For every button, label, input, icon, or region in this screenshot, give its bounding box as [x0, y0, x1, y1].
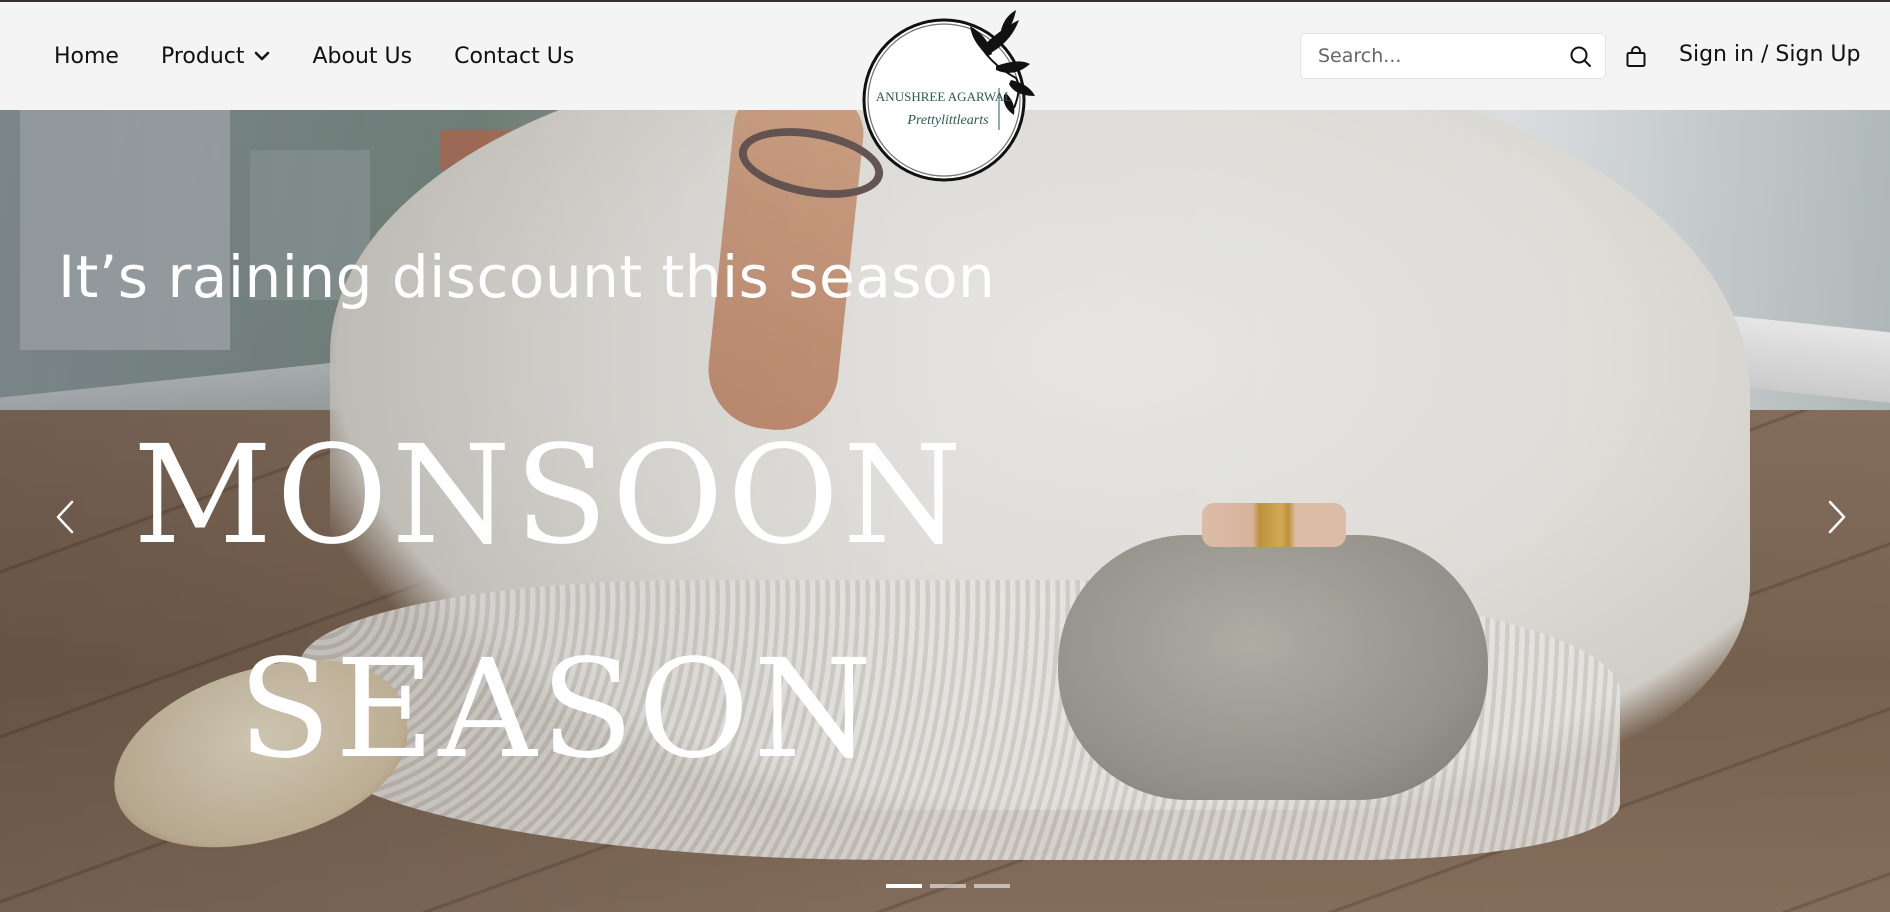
nav-about-link[interactable]: About Us — [313, 44, 413, 69]
search-icon[interactable] — [1569, 45, 1593, 69]
signin-signup-link[interactable]: Sign in / Sign Up — [1679, 42, 1860, 67]
nav-contact-link[interactable]: Contact Us — [454, 44, 574, 69]
chevron-right-icon[interactable] — [1822, 492, 1852, 542]
carousel-indicator-3[interactable] — [974, 884, 1010, 888]
main-navigation: Home Product About Us Contact Us — [54, 2, 616, 110]
carousel-indicator-2[interactable] — [930, 884, 966, 888]
shopping-bag-icon[interactable] — [1625, 46, 1647, 68]
logo-line2: Prettylittlearts — [906, 113, 989, 128]
hero-carousel: It’s raining discount this season MONSOO… — [0, 110, 1890, 912]
chevron-left-icon[interactable] — [50, 492, 80, 542]
nav-about-label: About Us — [312, 43, 413, 69]
nav-home-label: Home — [54, 43, 119, 69]
nav-contact-label: Contact Us — [454, 43, 575, 69]
carousel-indicators — [886, 884, 1018, 888]
nav-product-label: Product — [160, 43, 245, 69]
brand-logo[interactable]: ANUSHREE AGARWAL Prettylittlearts — [856, 8, 1046, 188]
hero-subtitle: It’s raining discount this season — [58, 243, 996, 311]
search-box — [1300, 33, 1606, 79]
nav-home-link[interactable]: Home — [54, 44, 119, 69]
carousel-indicator-1[interactable] — [886, 884, 922, 888]
search-input[interactable] — [1316, 44, 1560, 68]
nav-product-dropdown[interactable]: Product — [161, 44, 271, 69]
hero-title-line1: MONSOON — [133, 417, 966, 575]
chevron-down-icon — [253, 47, 271, 65]
logo-line1: ANUSHREE AGARWAL — [876, 89, 1012, 104]
hero-title-line2: SEASON — [238, 631, 877, 789]
